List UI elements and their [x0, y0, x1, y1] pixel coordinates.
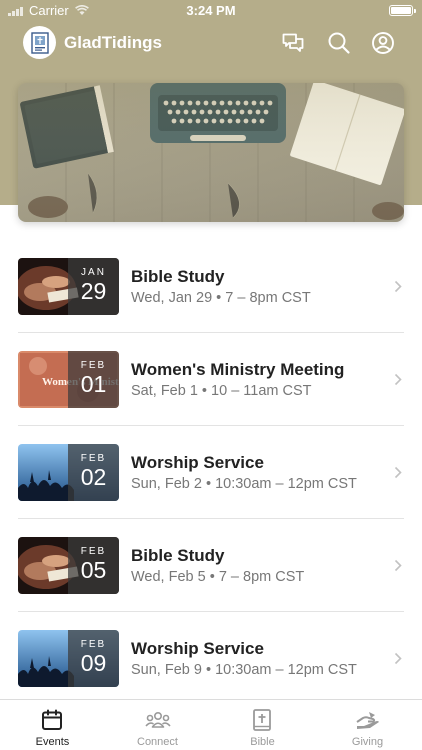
- tab-giving[interactable]: Giving: [315, 700, 420, 750]
- event-title: Women's Ministry Meeting: [131, 360, 345, 379]
- list-item[interactable]: JAN 29 Bible Study Wed, Jan 29 • 7 – 8pm…: [0, 240, 422, 333]
- event-title: Worship Service: [131, 453, 264, 472]
- app-header: GladTidings: [0, 25, 422, 61]
- date-month: FEB: [80, 546, 107, 557]
- tab-bar: Events Connect Bible Giving: [0, 699, 422, 750]
- date-day: 02: [80, 464, 107, 490]
- event-title: Bible Study: [131, 546, 225, 565]
- event-thumbnail: FEB 09: [18, 630, 119, 687]
- list-item[interactable]: FEB 05 Bible Study Wed, Feb 5 • 7 – 8pm …: [0, 519, 422, 612]
- date-badge: FEB 02: [68, 444, 119, 501]
- date-month: JAN: [81, 267, 106, 278]
- event-thumbnail: FEB 02: [18, 444, 119, 501]
- hero-banner-image[interactable]: [18, 83, 404, 222]
- people-icon: [145, 712, 171, 728]
- chevron-right-icon: [394, 280, 402, 293]
- tab-events[interactable]: Events: [0, 700, 105, 750]
- event-datetime: Sun, Feb 9 • 10:30am – 12pm CST: [131, 662, 357, 678]
- date-month: FEB: [80, 453, 107, 464]
- date-month: FEB: [80, 639, 107, 650]
- list-item[interactable]: FEB 09 Worship Service Sun, Feb 9 • 10:3…: [0, 612, 422, 705]
- tab-label: Bible: [250, 736, 275, 748]
- giving-hand-icon: [356, 712, 379, 729]
- app-title: GladTidings: [64, 33, 162, 52]
- chevron-right-icon: [394, 652, 402, 665]
- calendar-icon: [42, 709, 62, 730]
- event-thumbnail: JAN 29: [18, 258, 119, 315]
- profile-icon[interactable]: [371, 31, 395, 55]
- tab-label: Events: [35, 736, 70, 748]
- event-datetime: Wed, Jan 29 • 7 – 8pm CST: [131, 290, 311, 306]
- event-datetime: Sun, Feb 2 • 10:30am – 12pm CST: [131, 476, 357, 492]
- tab-label: Connect: [137, 736, 178, 748]
- event-thumbnail: Women's Minist FEB 01: [18, 351, 119, 408]
- event-thumbnail: FEB 05: [18, 537, 119, 594]
- chat-icon[interactable]: [281, 31, 305, 55]
- date-badge: FEB 09: [68, 630, 119, 687]
- event-title: Worship Service: [131, 639, 264, 658]
- battery-icon: [389, 5, 416, 16]
- status-bar: Carrier 3:24 PM: [0, 0, 422, 22]
- status-time: 3:24 PM: [186, 3, 236, 18]
- list-item[interactable]: Women's Minist FEB 01 Women's Ministry M…: [0, 333, 422, 426]
- chevron-right-icon: [394, 373, 402, 386]
- event-title: Bible Study: [131, 267, 225, 286]
- date-day: 05: [80, 557, 107, 583]
- tab-label: Giving: [351, 736, 384, 748]
- search-icon[interactable]: [327, 31, 351, 55]
- event-datetime: Sat, Feb 1 • 10 – 11am CST: [131, 383, 312, 399]
- chevron-right-icon: [394, 466, 402, 479]
- date-day: 01: [80, 371, 107, 397]
- bible-icon: [253, 709, 271, 731]
- date-badge: FEB 05: [68, 537, 119, 594]
- date-day: 09: [80, 650, 107, 676]
- chevron-right-icon: [394, 559, 402, 572]
- date-badge: JAN 29: [68, 258, 119, 315]
- date-day: 29: [80, 278, 107, 304]
- event-datetime: Wed, Feb 5 • 7 – 8pm CST: [131, 569, 305, 585]
- church-logo-icon[interactable]: [23, 26, 56, 59]
- date-badge: FEB 01: [68, 351, 119, 408]
- tab-bible[interactable]: Bible: [210, 700, 315, 750]
- date-month: FEB: [80, 360, 107, 371]
- events-list: JAN 29 Bible Study Wed, Jan 29 • 7 – 8pm…: [0, 240, 422, 705]
- list-item[interactable]: FEB 02 Worship Service Sun, Feb 2 • 10:3…: [0, 426, 422, 519]
- tab-connect[interactable]: Connect: [105, 700, 210, 750]
